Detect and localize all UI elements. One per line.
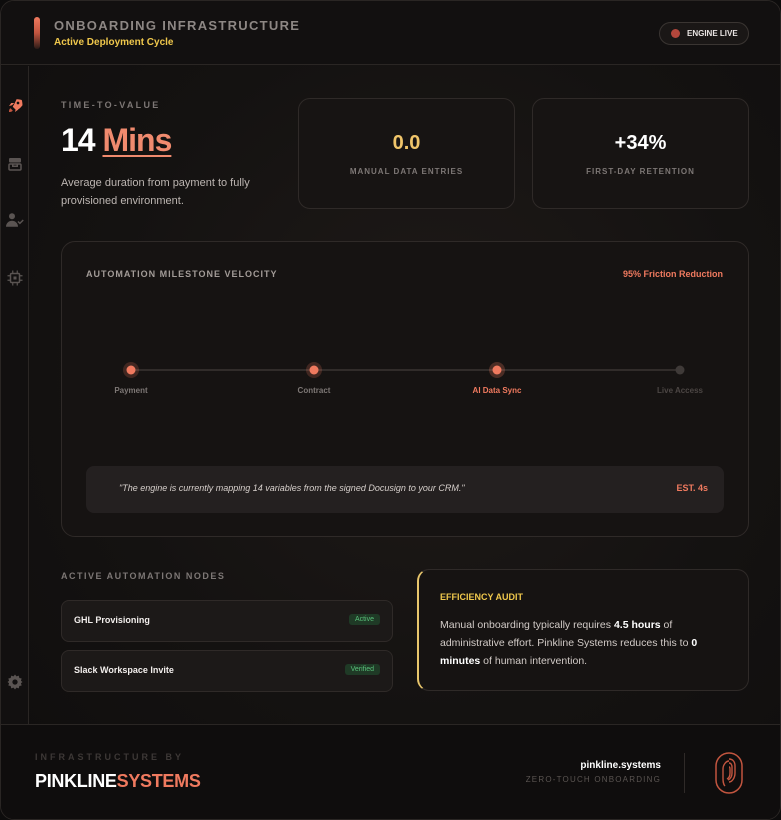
brand-part-2: SYSTEMS — [116, 771, 201, 791]
milestone-label-payment: Payment — [114, 386, 148, 395]
time-to-value-unit: Mins — [102, 122, 172, 158]
time-to-value-metric: 14 Mins — [61, 122, 172, 159]
milestone-label-ai-data-sync: AI Data Sync — [472, 386, 522, 395]
milestone-label-contract: Contract — [297, 386, 331, 395]
footer-divider — [684, 753, 685, 793]
brand-logo-text: PINKLINESYSTEMS — [35, 771, 201, 792]
status-dot-icon — [671, 29, 680, 38]
stat-card-retention: +34% FIRST-DAY RETENTION — [532, 98, 749, 209]
status-badge: Active — [348, 614, 380, 625]
page-title: ONBOARDING INFRASTRUCTURE — [54, 18, 301, 33]
accent-bar — [34, 17, 40, 49]
gear-icon[interactable] — [5, 672, 25, 692]
engine-note-estimate: EST. 4s — [676, 483, 708, 493]
domain-link[interactable]: pinkline.systems — [580, 760, 661, 771]
audit-body: Manual onboarding typically requires 4.5… — [440, 616, 730, 670]
node-name: Slack Workspace Invite — [74, 665, 174, 675]
footer: INFRASTRUCTURE BY PINKLINESYSTEMS pinkli… — [1, 724, 780, 819]
app-window: ONBOARDING INFRASTRUCTURE Active Deploym… — [0, 0, 781, 820]
layers-icon[interactable] — [5, 154, 25, 174]
engine-status-label: ENGINE LIVE — [687, 29, 738, 38]
node-ghl-provisioning[interactable]: GHL Provisioning Active — [61, 600, 393, 642]
stat-value: 0.0 — [392, 131, 421, 154]
page-subtitle: Active Deployment Cycle — [54, 37, 174, 48]
audit-text: of human intervention. — [480, 655, 588, 667]
stat-value: +34% — [614, 131, 667, 154]
time-to-value-description: Average duration from payment to fully p… — [61, 177, 250, 207]
status-badge: Verified — [344, 664, 380, 675]
audit-highlight-hours: 4.5 hours — [613, 619, 661, 631]
milestone-dot-ai-data-sync — [492, 365, 502, 375]
milestone-panel: AUTOMATION MILESTONE VELOCITY 95% Fricti… — [61, 241, 749, 537]
stat-label: MANUAL DATA ENTRIES — [349, 166, 464, 176]
engine-status-pill[interactable]: ENGINE LIVE — [659, 22, 749, 45]
fingerprint-icon — [715, 752, 743, 794]
nodes-section-title: ACTIVE AUTOMATION NODES — [61, 571, 226, 581]
audit-text: Manual onboarding typically requires — [440, 619, 614, 631]
engine-note-text: "The engine is currently mapping 14 vari… — [119, 483, 465, 493]
sidebar — [1, 66, 29, 724]
stat-card-manual-entries: 0.0 MANUAL DATA ENTRIES — [298, 98, 515, 209]
brand-part-1: PINKLINE — [35, 771, 117, 791]
engine-note: "The engine is currently mapping 14 vari… — [86, 466, 724, 513]
user-check-icon[interactable] — [5, 210, 25, 230]
milestone-dot-contract — [309, 365, 319, 375]
rocket-icon[interactable] — [5, 96, 25, 116]
header: ONBOARDING INFRASTRUCTURE Active Deploym… — [1, 1, 780, 65]
milestone-label-live-access: Live Access — [657, 386, 703, 395]
stat-label: FIRST-DAY RETENTION — [586, 166, 695, 176]
node-slack-invite[interactable]: Slack Workspace Invite Verified — [61, 650, 393, 692]
node-name: GHL Provisioning — [74, 615, 150, 625]
chip-icon[interactable] — [5, 268, 25, 288]
milestone-dot-live-access — [675, 365, 685, 375]
infrastructure-by-label: INFRASTRUCTURE BY — [35, 752, 184, 762]
time-to-value-label: TIME-TO-VALUE — [61, 100, 161, 110]
time-to-value-number: 14 — [61, 122, 96, 158]
audit-title: EFFICIENCY AUDIT — [440, 592, 524, 602]
tagline: ZERO-TOUCH ONBOARDING — [525, 775, 661, 784]
milestone-dot-payment — [126, 365, 136, 375]
efficiency-audit-card: EFFICIENCY AUDIT Manual onboarding typic… — [417, 569, 749, 691]
